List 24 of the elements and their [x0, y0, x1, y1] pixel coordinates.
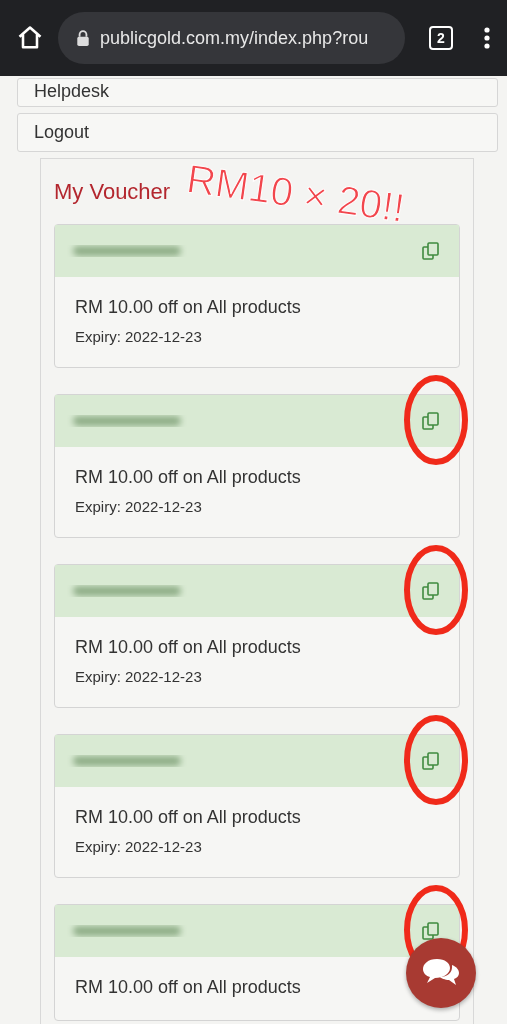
home-icon[interactable]	[16, 24, 44, 52]
copy-icon[interactable]	[421, 411, 441, 431]
expiry-date: Expiry: 2022-12-23	[75, 328, 203, 345]
expiry-date: Expiry: 2022-12-23	[75, 668, 203, 685]
expiry-date: Expiry: 2022-12-23	[75, 838, 203, 855]
expiry-date: Expiry: 2022-12-23	[75, 498, 203, 515]
voucher-description: RM 10.00 off on All products	[75, 637, 302, 658]
voucher-description: RM 10.00 off on All products	[75, 297, 302, 318]
tab-count-button[interactable]: 2	[429, 26, 453, 50]
copy-icon[interactable]	[421, 921, 441, 941]
voucher-description: RM 10.00 off on All products	[75, 467, 302, 488]
menu-item[interactable]: Logout	[17, 113, 498, 152]
lock-icon	[76, 30, 90, 46]
copy-icon[interactable]	[421, 241, 441, 261]
copy-icon[interactable]	[421, 751, 441, 771]
copy-icon[interactable]	[421, 581, 441, 601]
menu-item[interactable]: Helpdesk	[17, 78, 498, 107]
annotation-text: RM10 × 20!!	[184, 158, 407, 229]
section-title: My Voucher	[54, 179, 171, 205]
url-text: publicgold.com.my/index.php?rou	[100, 27, 369, 49]
menu-icon[interactable]	[483, 26, 491, 50]
voucher-description: RM 10.00 off on All products	[75, 977, 302, 998]
voucher-description: RM 10.00 off on All products	[75, 807, 302, 828]
address-bar[interactable]: publicgold.com.my/index.php?rou	[58, 12, 405, 64]
